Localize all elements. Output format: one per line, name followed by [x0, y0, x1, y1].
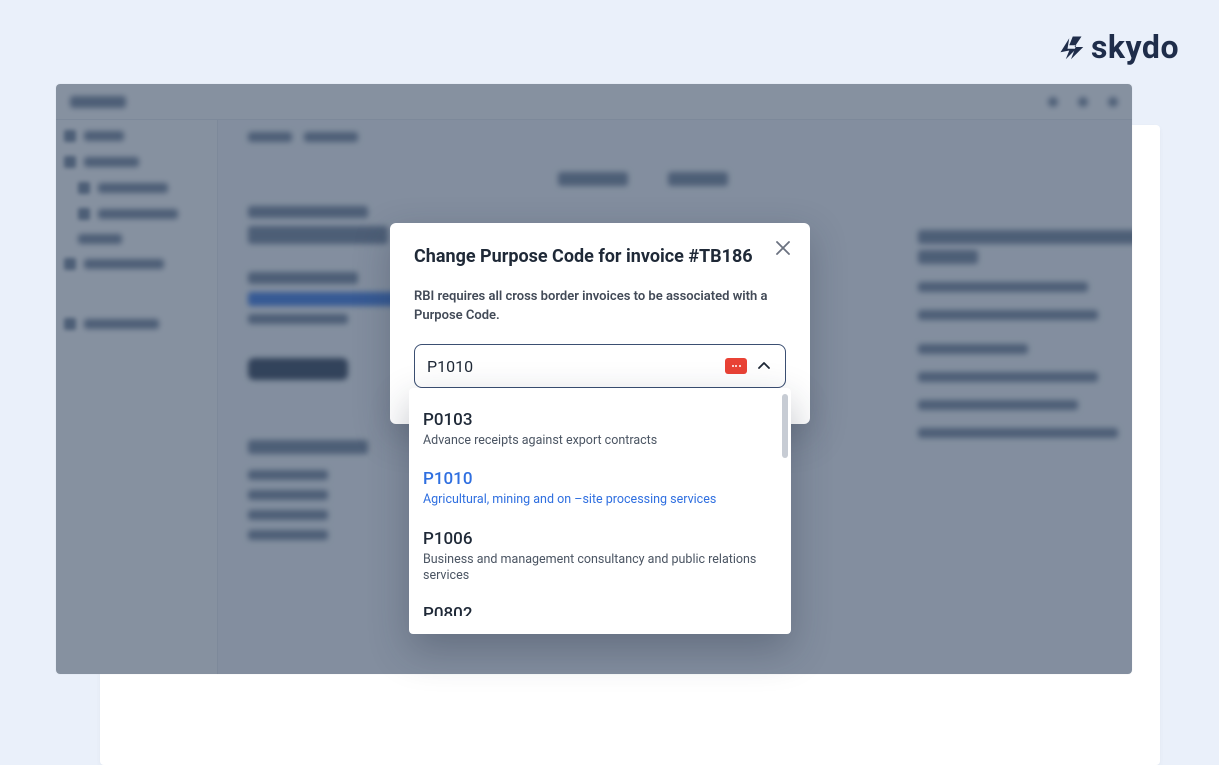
option-code: P0802	[423, 604, 775, 616]
purpose-code-option[interactable]: P0103 Advance receipts against export con…	[409, 400, 791, 459]
purpose-code-option[interactable]: P1006 Business and management consultancy…	[409, 519, 791, 595]
purpose-code-option[interactable]: P0802	[409, 594, 791, 626]
option-description: Agricultural, mining and on –site proces…	[423, 492, 775, 508]
option-code: P0103	[423, 410, 775, 430]
chevron-up-icon[interactable]	[755, 357, 773, 375]
brand-name: skydo	[1091, 28, 1179, 66]
brand-icon	[1057, 33, 1085, 61]
modal-title: Change Purpose Code for invoice #TB186	[414, 245, 786, 268]
option-code: P1010	[423, 469, 775, 489]
option-description: Business and management consultancy and …	[423, 552, 775, 585]
input-badge-icon	[725, 358, 747, 374]
purpose-code-input[interactable]	[427, 357, 717, 376]
modal-description: RBI requires all cross border invoices t…	[414, 288, 786, 326]
brand-logo: skydo	[1057, 28, 1179, 66]
purpose-code-combobox[interactable]	[414, 344, 786, 388]
purpose-code-listbox: P0103 Advance receipts against export con…	[409, 388, 791, 634]
option-description: Advance receipts against export contract…	[423, 433, 775, 449]
purpose-code-option[interactable]: P1010 Agricultural, mining and on –site p…	[409, 459, 791, 518]
close-icon[interactable]	[772, 237, 794, 259]
option-code: P1006	[423, 529, 775, 549]
